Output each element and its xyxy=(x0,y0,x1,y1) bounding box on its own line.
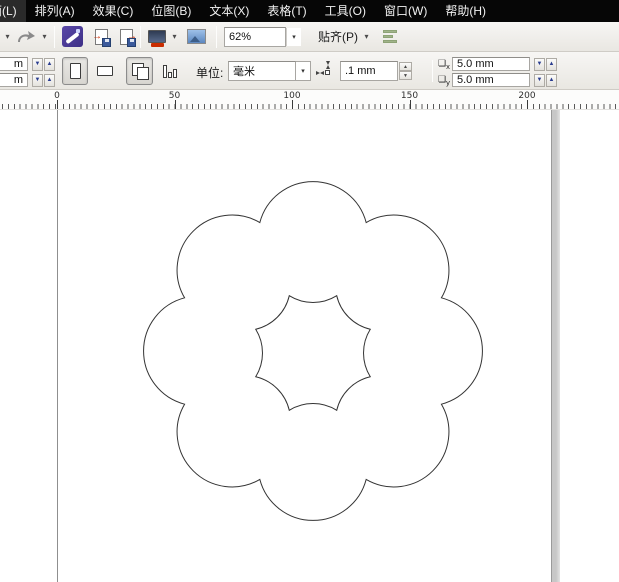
menu-item-0[interactable]: 排列(A) xyxy=(26,0,84,22)
app-window: { "menu_bar": { "clipped_item": "面(L)", … xyxy=(0,0,619,582)
spin-down-icon[interactable]: ▼ xyxy=(534,73,545,87)
toolbar-separator xyxy=(216,25,217,48)
menu-bar: 面(L) 排列(A)效果(C)位图(B)文本(X)表格(T)工具(O)窗口(W)… xyxy=(0,0,619,22)
zoom-dropdown-button[interactable]: ▾ xyxy=(286,27,301,46)
snap-to-label: 贴齐(P) xyxy=(318,30,358,44)
menu-item-2[interactable]: 位图(B) xyxy=(142,0,200,22)
property-bar: m ▼ ▲ m ▼ ▲ 单位: 毫米 ▾ .1 mm ▲ ▼ ❏x 5.0 mm… xyxy=(0,52,619,90)
alignment-guides-icon xyxy=(383,30,397,43)
spin-down-icon[interactable]: ▼ xyxy=(534,57,545,71)
zoom-level-combobox[interactable]: 62% xyxy=(224,26,286,47)
units-label: 单位: xyxy=(196,66,224,80)
duplicate-y-icon: ❏y xyxy=(438,73,450,87)
menu-item-3[interactable]: 文本(X) xyxy=(200,0,258,22)
spin-up-icon[interactable]: ▲ xyxy=(546,73,557,87)
spin-up-icon[interactable]: ▲ xyxy=(44,73,55,87)
portrait-orientation-button[interactable] xyxy=(62,57,88,85)
spin-down-icon[interactable]: ▼ xyxy=(399,71,412,80)
preview-dropdown-caret[interactable]: ▾ xyxy=(169,32,180,41)
spin-down-icon[interactable]: ▼ xyxy=(32,73,43,87)
spin-up-icon[interactable]: ▲ xyxy=(546,57,557,71)
menu-item-4[interactable]: 表格(T) xyxy=(258,0,315,22)
units-combobox[interactable]: 毫米 xyxy=(228,61,296,81)
all-pages-icon xyxy=(131,63,149,80)
application-launcher-button[interactable] xyxy=(59,25,86,49)
page-width-spinner[interactable]: ▼ ▲ xyxy=(31,57,55,71)
portrait-icon xyxy=(69,63,81,79)
duplicate-x-icon: ❏x xyxy=(438,57,450,71)
drawing-canvas[interactable] xyxy=(0,110,619,582)
spin-up-icon[interactable]: ▲ xyxy=(44,57,55,71)
duplicate-y-spinner[interactable]: ▼ ▲ xyxy=(533,73,557,87)
landscape-orientation-button[interactable] xyxy=(92,57,118,85)
export-icon: → xyxy=(120,28,137,47)
duplicate-x-spinner[interactable]: ▼ ▲ xyxy=(533,57,557,71)
star-outline-shape[interactable] xyxy=(254,294,372,412)
fullscreen-preview-button[interactable] xyxy=(145,25,169,49)
nudge-offset-field[interactable]: .1 mm xyxy=(340,61,398,81)
menu-item-1[interactable]: 效果(C) xyxy=(84,0,143,22)
undo-dropdown-caret[interactable]: ▾ xyxy=(2,32,13,41)
toolbar-separator xyxy=(432,60,433,82)
ruler-major-tick xyxy=(527,100,528,109)
snap-dropdown-caret[interactable]: ▾ xyxy=(361,32,372,41)
toolbar-separator xyxy=(54,25,55,48)
snap-to-button[interactable]: 贴齐(P) xyxy=(315,25,361,49)
ruler-major-tick xyxy=(174,100,176,109)
menu-item-layout-clipped[interactable]: 面(L) xyxy=(0,0,26,22)
fullscreen-preview-icon xyxy=(148,30,166,47)
duplicate-distance-y-field[interactable]: 5.0 mm xyxy=(452,73,530,87)
import-button[interactable]: → xyxy=(92,25,111,49)
welcome-screen-button[interactable] xyxy=(184,25,209,49)
drawing-layer xyxy=(143,181,483,521)
redo-button[interactable] xyxy=(13,25,39,49)
standard-toolbar: ▾ ▾ → → ▾ 62% ▾ 贴齐(P) ▾ xyxy=(0,22,619,52)
application-launcher-icon xyxy=(62,26,83,47)
menu-item-7[interactable]: 帮助(H) xyxy=(436,0,495,22)
zoom-level-value: 62% xyxy=(229,30,252,43)
redo-dropdown-caret[interactable]: ▾ xyxy=(39,32,50,41)
spin-up-icon[interactable]: ▲ xyxy=(399,62,412,71)
flower-outline-shape[interactable] xyxy=(143,181,483,521)
nudge-offset-spinner[interactable]: ▲ ▼ xyxy=(399,62,412,80)
horizontal-ruler[interactable]: 0 50 100 150 200 xyxy=(0,90,619,110)
page-height-spinner[interactable]: ▼ ▲ xyxy=(31,73,55,87)
page-width-field[interactable]: m xyxy=(0,57,28,71)
units-dropdown-button[interactable]: ▾ xyxy=(296,61,311,81)
export-button[interactable]: → xyxy=(117,25,137,49)
current-page-button[interactable] xyxy=(156,57,183,85)
welcome-screen-icon xyxy=(187,29,206,44)
import-icon: → xyxy=(92,28,111,47)
toolbar-separator xyxy=(140,25,141,48)
landscape-icon xyxy=(97,66,113,76)
spin-down-icon[interactable]: ▼ xyxy=(32,57,43,71)
duplicate-distance-x-field[interactable]: 5.0 mm xyxy=(452,57,530,71)
current-page-icon xyxy=(162,64,177,78)
menu-item-5[interactable]: 工具(O) xyxy=(316,0,375,22)
ruler-major-tick xyxy=(57,100,58,109)
redo-icon xyxy=(16,29,36,45)
all-pages-button[interactable] xyxy=(126,57,153,85)
ruler-major-tick xyxy=(292,100,293,109)
alignment-guides-button[interactable] xyxy=(380,25,400,49)
menu-items-container: 排列(A) 效果(C) 位图(B) 文本(X) 表格(T) 工具(O) 窗口(W) 帮助(H) xyxy=(26,0,495,22)
ruler-major-tick xyxy=(409,100,411,109)
page-height-field[interactable]: m xyxy=(0,73,28,87)
menu-item-6[interactable]: 窗口(W) xyxy=(375,0,436,22)
